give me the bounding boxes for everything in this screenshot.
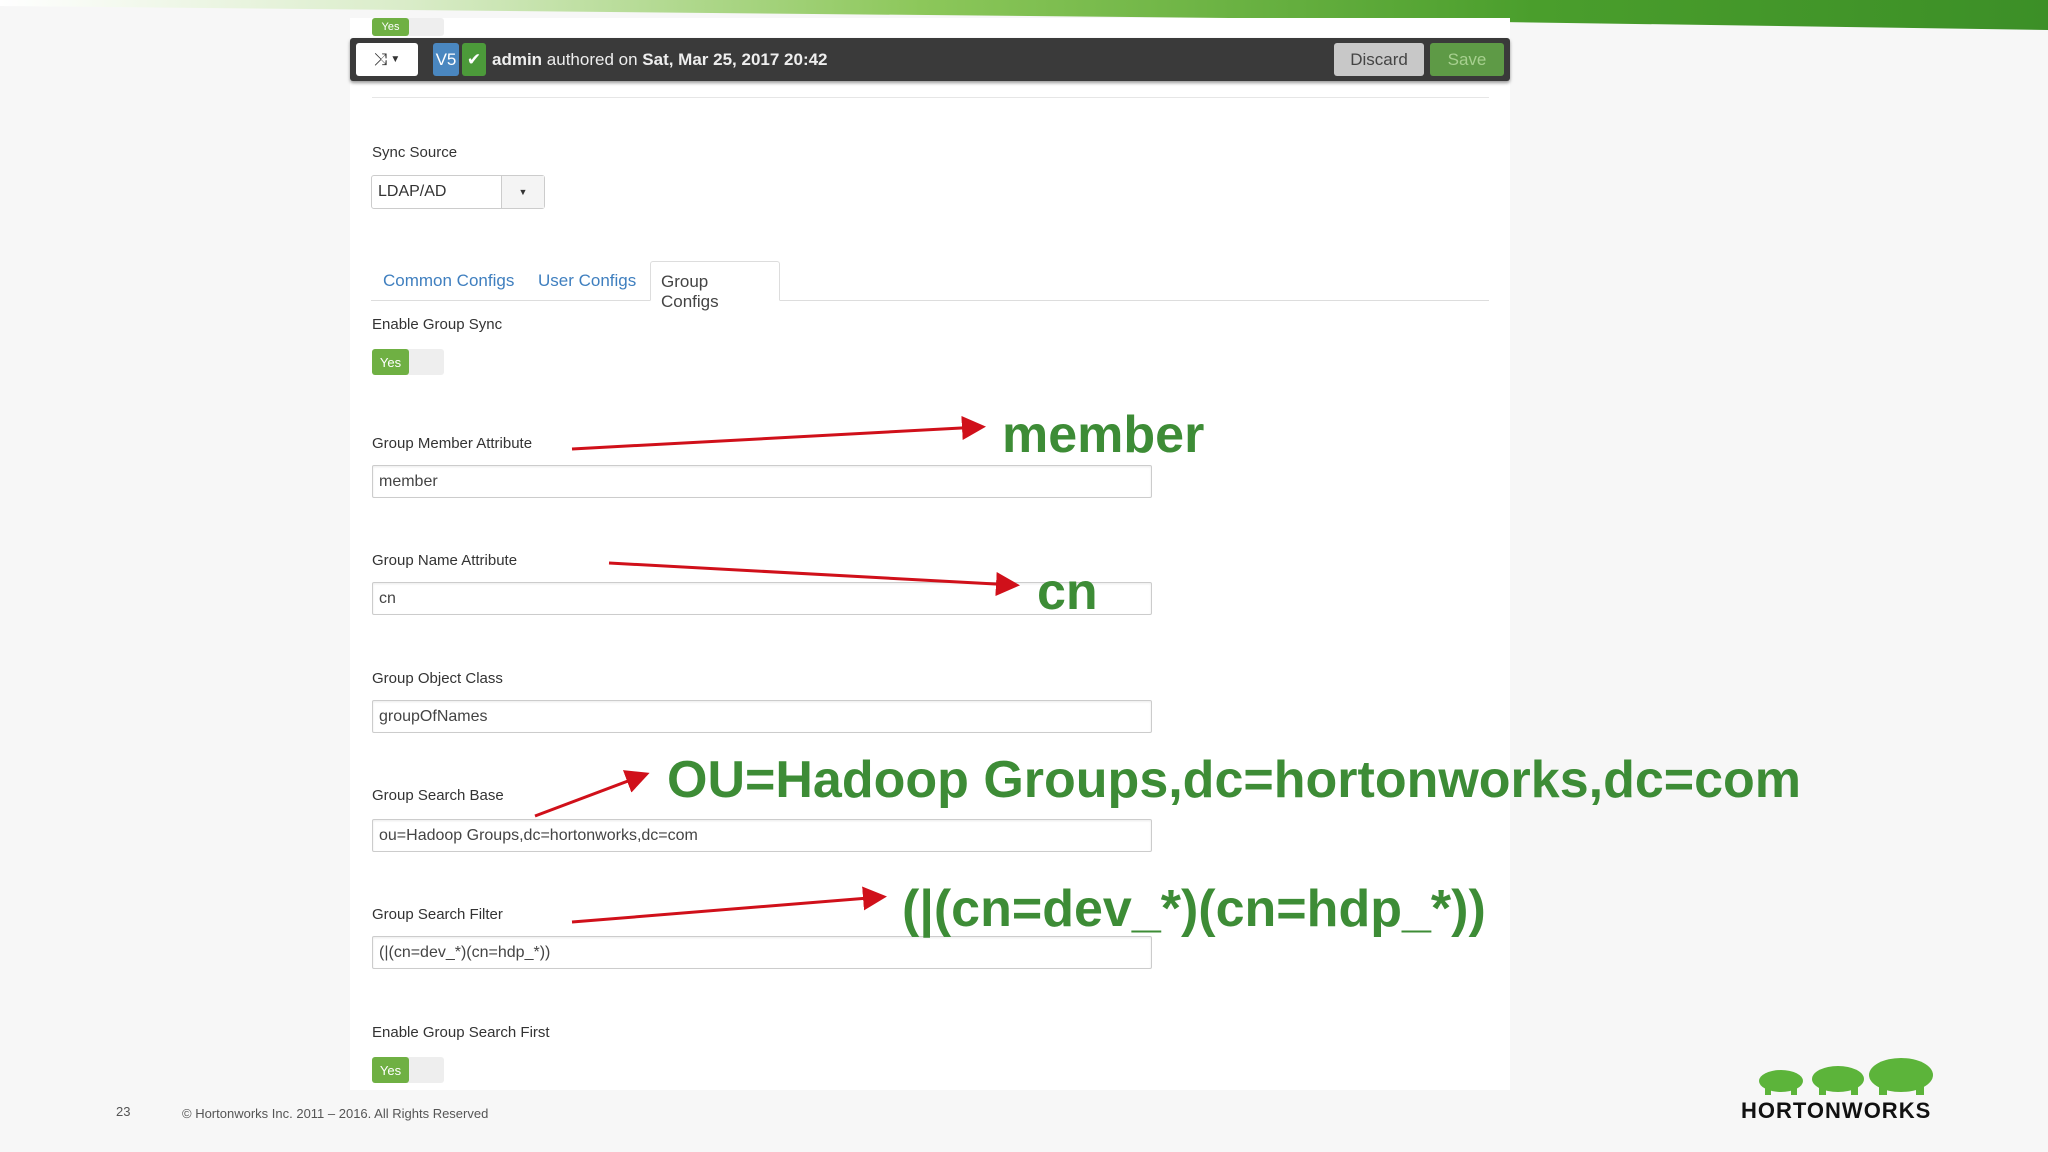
annotation-search-base: OU=Hadoop Groups,dc=hortonworks,dc=com	[667, 751, 1802, 809]
arrow-search-filter	[571, 886, 887, 924]
annotation-search-filter: (|(cn=dev_*)(cn=hdp_*))	[902, 880, 1486, 938]
annotation-arrows	[534, 415, 1020, 924]
logo-text: HORTONWORKS	[1741, 1098, 1932, 1123]
elephants-icon	[1759, 1058, 1933, 1095]
hortonworks-logo: HORTONWORKS	[1741, 1055, 1963, 1123]
slide-number: 23	[116, 1104, 131, 1119]
arrow-search-base	[534, 770, 650, 818]
annotation-member: member	[1002, 406, 1205, 464]
arrow-member	[571, 415, 986, 451]
arrow-cn	[608, 561, 1020, 597]
annotation-cn: cn	[1037, 563, 1098, 621]
copyright: © Hortonworks Inc. 2011 – 2016. All Righ…	[182, 1106, 489, 1121]
